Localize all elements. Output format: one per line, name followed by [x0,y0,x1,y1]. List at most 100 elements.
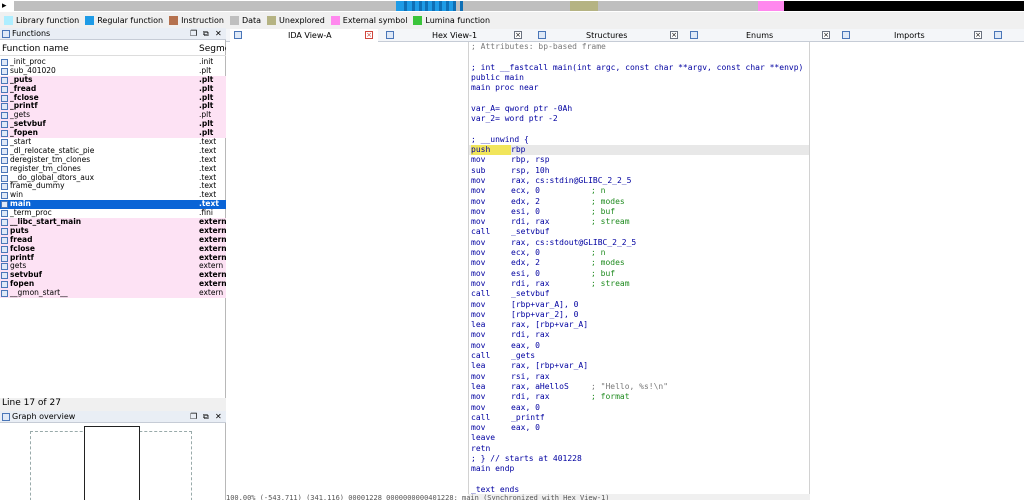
asm-line[interactable]: mov rbp, rsp [469,155,809,165]
asm-line[interactable]: mov rdi, rax [469,330,809,340]
functions-list[interactable]: _init_proc .init sub_401020 .plt _puts .plt _f… [0,57,227,299]
asm-line[interactable]: ; Attributes: bp-based frame [469,42,809,52]
nav-function-marker[interactable] [404,1,407,11]
enums-icon [690,31,698,39]
panel-restore-icon[interactable]: ❐ [190,411,197,423]
nav-segment[interactable] [570,1,598,11]
asm-line[interactable]: ; int __fastcall main(int argc, const ch… [469,63,809,73]
close-icon[interactable]: × [514,31,522,39]
function-row[interactable]: __gmon_start__ extern [0,288,226,299]
asm-line[interactable]: retn [469,444,809,454]
panel-float-icon[interactable]: ⧉ [203,411,209,423]
panel-restore-icon[interactable]: ❐ [190,28,197,40]
tab-hex-view-1[interactable]: Hex View-1 × [382,29,530,42]
asm-line[interactable]: mov ecx, 0 ; n [469,248,809,258]
asm-line[interactable]: call _setvbuf [469,227,809,237]
panel-close-icon[interactable]: ✕ [215,411,222,423]
asm-line[interactable]: call _gets [469,351,809,361]
nav-function-marker[interactable] [419,1,422,11]
close-icon[interactable]: × [974,31,982,39]
asm-line[interactable]: mov rax, cs:stdout@GLIBC_2_2_5 [469,237,809,248]
nav-arrow-icon[interactable]: ▸ [2,0,7,12]
asm-line[interactable]: call _setvbuf [469,289,809,299]
asm-line[interactable]: mov rdi, rax ; stream [469,279,809,289]
asm-line[interactable] [469,94,809,104]
nav-segment[interactable] [784,1,1024,11]
panel-float-icon[interactable]: ⧉ [203,28,209,40]
nav-function-marker[interactable] [432,1,435,11]
nav-segment[interactable] [758,1,784,11]
asm-line[interactable]: lea rax, aHelloS ; "Hello, %s!\n" [469,381,809,392]
asm-mnemonic: mov [471,423,486,433]
navigation-band[interactable]: ▸ [0,0,1024,12]
asm-line[interactable]: mov esi, 0 ; buf [469,207,809,217]
function-row[interactable]: frame_dummy .text [0,182,226,191]
tab-enums[interactable]: Enums × [686,29,838,42]
function-row[interactable]: __libc_start_main extern [0,217,227,227]
tab-exports[interactable] [990,29,1020,42]
asm-line[interactable]: ; } // starts at 401228 [469,454,809,464]
asm-line[interactable]: var_2= word ptr -2 [469,114,809,124]
nav-function-marker[interactable] [425,1,428,11]
asm-line[interactable]: mov [rbp+var_2], 0 [469,310,809,320]
asm-string-comment: ; "Hello, %s!\n" [591,381,669,391]
tab-imports[interactable]: Imports × [838,29,990,42]
asm-line[interactable]: mov ecx, 0 ; n [469,186,809,196]
nav-function-marker[interactable] [453,1,456,11]
function-row[interactable]: _printf .plt [0,102,226,112]
graph-overview-panel[interactable]: Graph overview ❐ ⧉ ✕ [0,411,226,500]
function-row[interactable]: printf extern [0,253,227,263]
close-icon[interactable]: × [365,31,373,39]
asm-line[interactable]: mov eax, 0 [469,423,809,433]
asm-line[interactable]: mov rdi, rax ; format [469,392,809,402]
asm-line[interactable]: mov rsi, rax [469,372,809,382]
panel-close-icon[interactable]: ✕ [215,28,222,40]
close-icon[interactable]: × [670,31,678,39]
nav-segment[interactable] [598,1,758,11]
asm-line[interactable]: mov eax, 0 [469,341,809,351]
ida-view-blank-left[interactable] [226,42,468,500]
tab-structures[interactable]: Structures × [534,29,686,42]
asm-line[interactable]: call _printf [469,413,809,423]
asm-line[interactable]: main endp [469,464,809,474]
asm-line[interactable]: push rbp [469,145,809,156]
asm-line[interactable]: public main [469,73,809,83]
function-row[interactable]: puts extern [0,226,227,236]
asm-line[interactable]: _text ends [469,485,809,494]
asm-line[interactable]: mov edx, 2 ; modes [469,197,809,207]
function-row[interactable]: win .text [0,190,226,200]
asm-mnemonic: mov [471,237,486,247]
function-row[interactable]: sub_401020 .plt [0,66,226,76]
asm-line[interactable]: ; __unwind { [469,135,809,145]
asm-line[interactable]: mov edx, 2 ; modes [469,258,809,268]
asm-line[interactable] [469,124,809,134]
asm-line[interactable]: mov rdi, rax ; stream [469,217,809,227]
nav-segment[interactable] [14,1,396,11]
asm-line[interactable]: leave [469,433,809,443]
imports-icon [842,31,850,39]
tab-ida-view-a[interactable]: IDA View-A × [230,29,378,42]
asm-line[interactable]: mov [rbp+var_A], 0 [469,300,809,310]
asm-comment: ; modes [591,258,625,268]
asm-line[interactable]: mov esi, 0 ; buf [469,269,809,279]
column-function-name[interactable]: Function name [2,44,69,54]
asm-line[interactable]: lea rax, [rbp+var_A] [469,320,809,330]
asm-line[interactable]: mov eax, 0 [469,403,809,413]
asm-line[interactable]: var_A= qword ptr -0Ah [469,104,809,114]
nav-function-marker[interactable] [460,1,463,11]
nav-function-marker[interactable] [439,1,442,11]
nav-function-marker[interactable] [412,1,415,11]
graph-node[interactable] [84,426,140,500]
asm-line[interactable]: sub rsp, 10h [469,166,809,176]
disassembly-listing[interactable]: ; Attributes: bp-based frame ; int __fast… [468,42,810,494]
nav-function-marker[interactable] [446,1,449,11]
ida-view-blank-right[interactable] [810,42,1024,500]
asm-line[interactable]: mov rax, cs:stdin@GLIBC_2_2_5 [469,176,809,186]
close-icon[interactable]: × [822,31,830,39]
asm-line[interactable] [469,475,809,485]
asm-line[interactable] [469,52,809,62]
function-row[interactable]: _fopen .plt [0,128,226,139]
asm-line[interactable]: lea rax, [rbp+var_A] [469,361,809,371]
nav-segment[interactable] [456,1,570,11]
asm-line[interactable]: main proc near [469,83,809,93]
